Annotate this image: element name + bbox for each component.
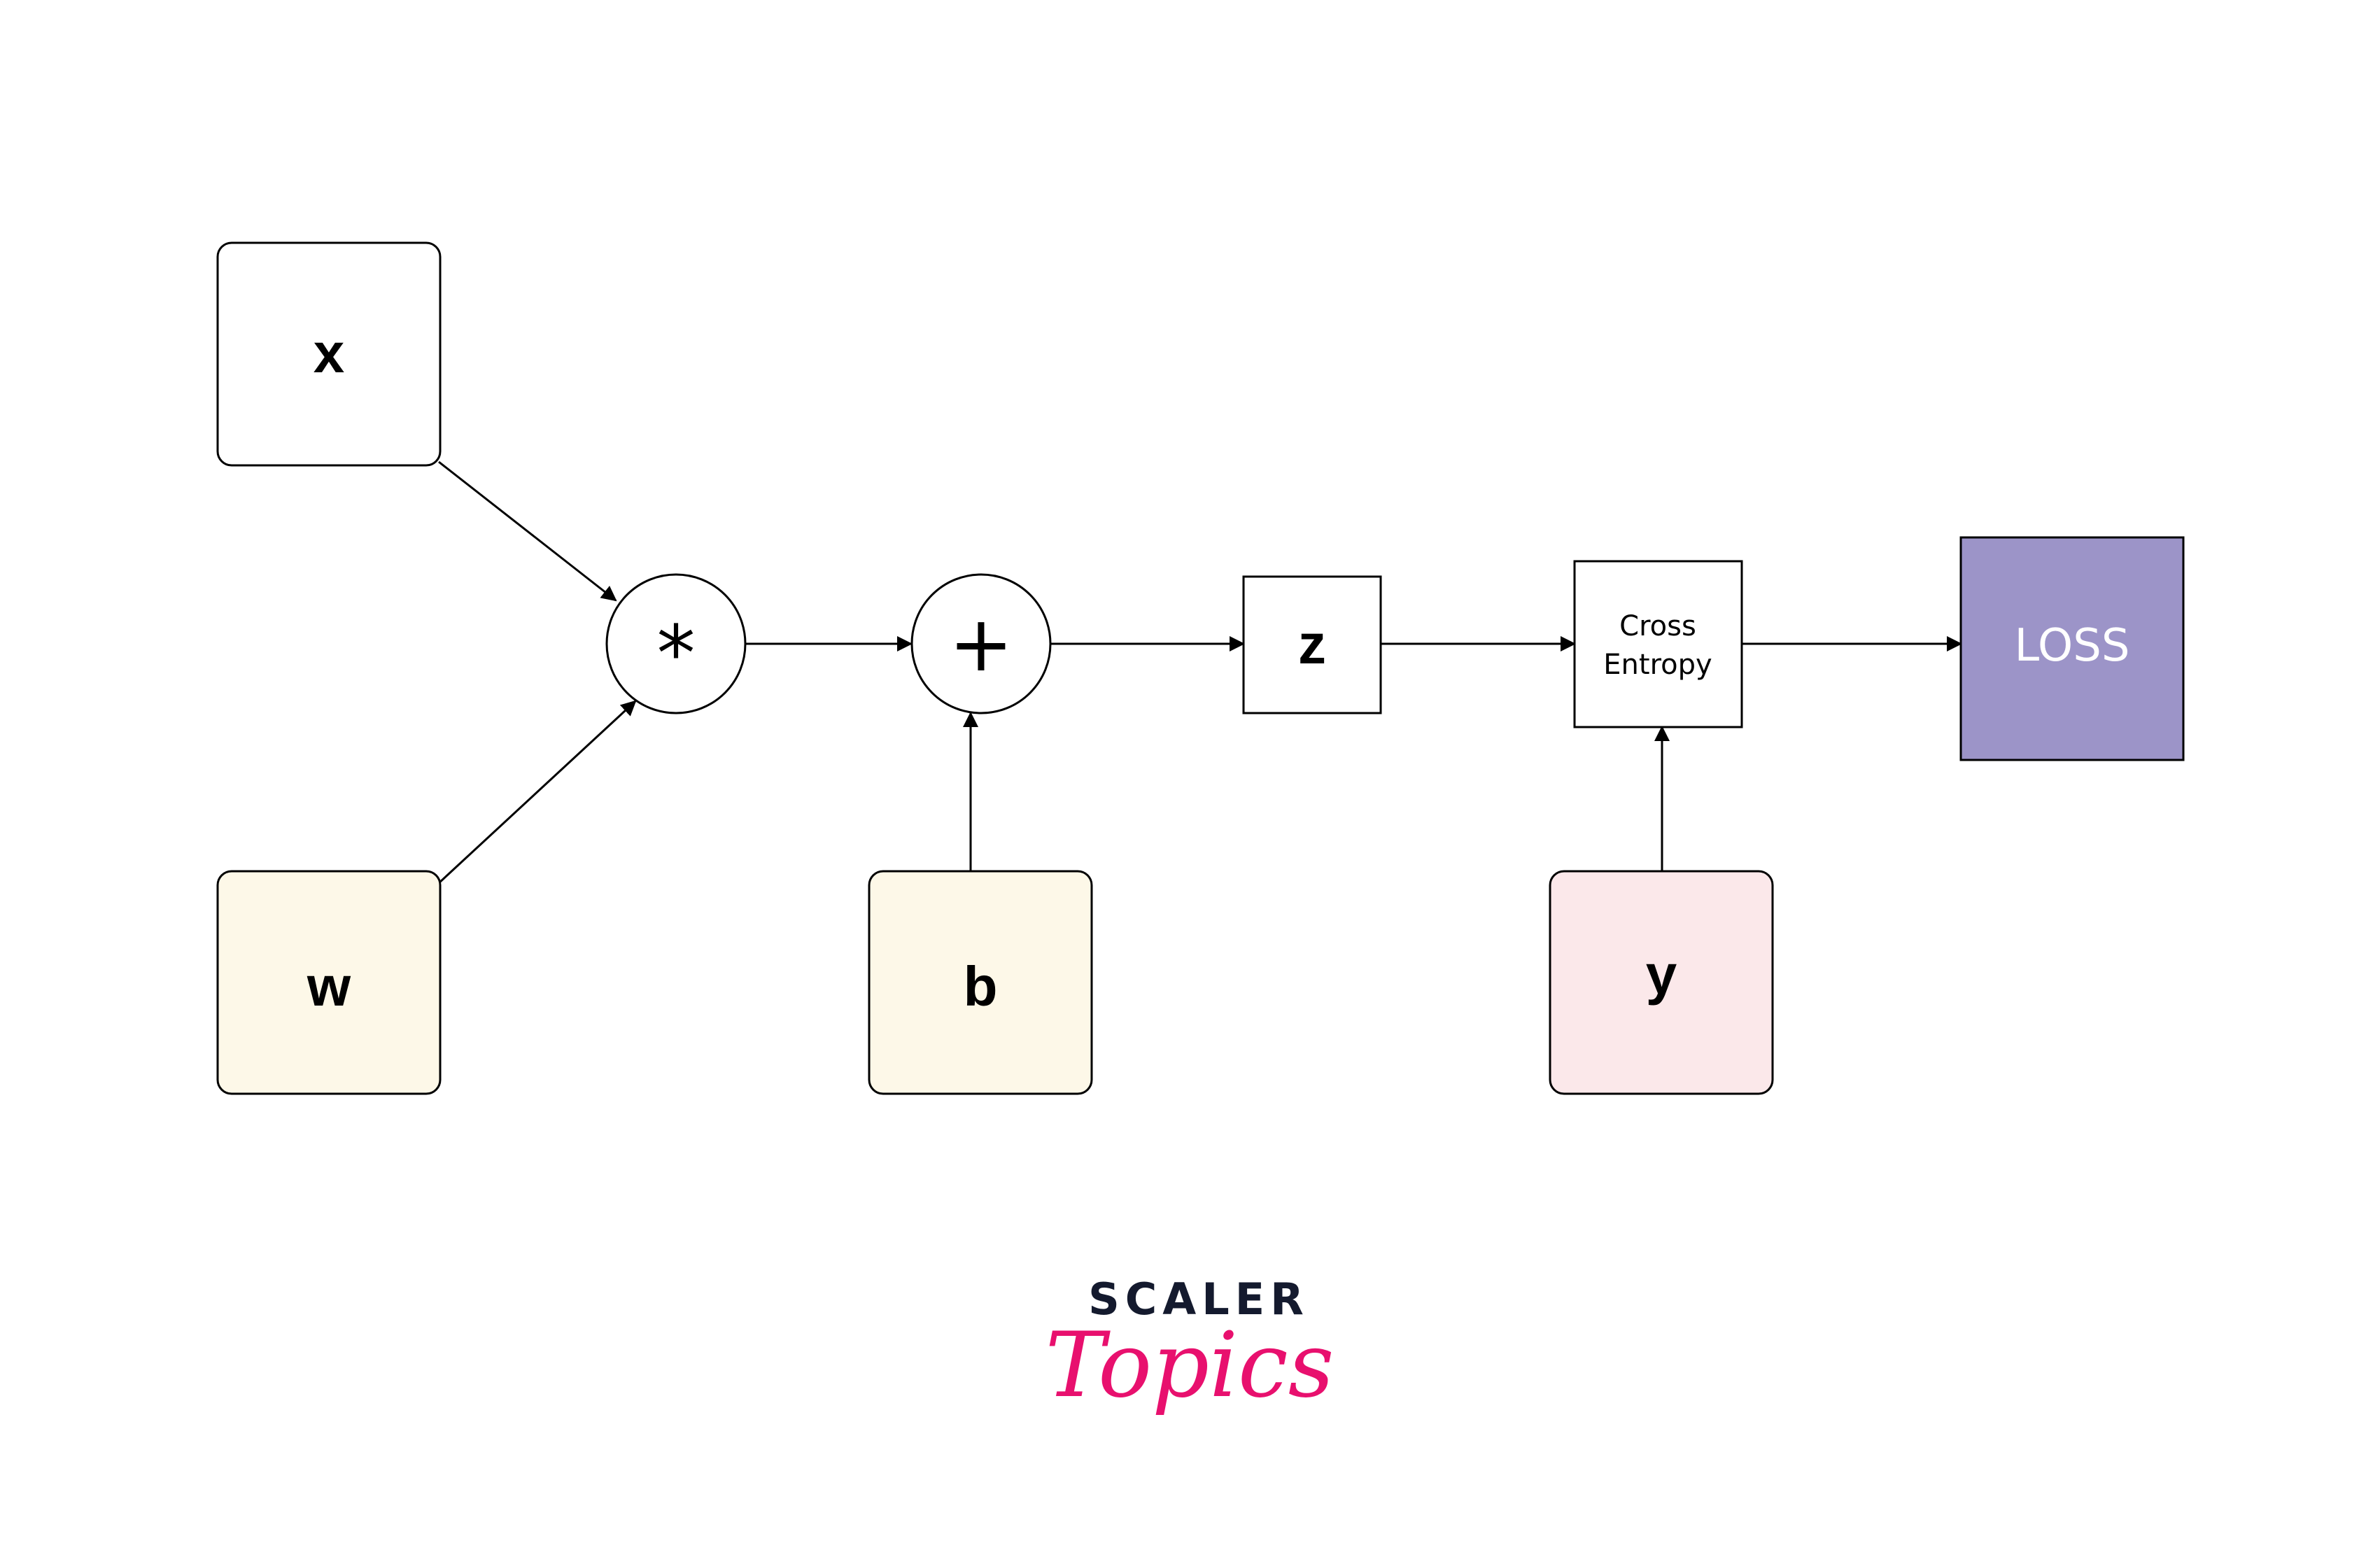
node-y-label: y (1646, 943, 1677, 1006)
node-loss: LOSS (1959, 536, 2185, 761)
node-w: w (216, 870, 442, 1095)
logo-topics-text: Topics (1045, 1313, 1335, 1418)
node-cross-entropy: Cross Entropy (1573, 560, 1743, 728)
node-w-label: w (307, 955, 351, 1017)
edge-w-to-mul (437, 700, 637, 885)
multiply-symbol: * (657, 609, 696, 698)
node-z: z (1242, 575, 1382, 714)
node-multiply: * (605, 573, 747, 714)
edge-x-to-mul (438, 460, 617, 602)
cross-entropy-box (1573, 560, 1743, 728)
add-symbol: + (949, 599, 1013, 689)
node-x-label: x (314, 322, 345, 384)
loss-label: LOSS (2015, 620, 2130, 672)
node-y: y (1549, 870, 1774, 1095)
cross-entropy-label-line1: Cross (1619, 610, 1696, 642)
cross-entropy-label-line2: Entropy (1603, 649, 1712, 681)
node-x: x (216, 241, 442, 467)
node-z-label: z (1298, 613, 1326, 675)
node-add: + (910, 573, 1052, 714)
scaler-topics-logo: SCALER Topics (1045, 1274, 1335, 1418)
node-b-label: b (964, 955, 998, 1017)
computation-graph: x w * + b z Cross Entropy y LOSS SCALER … (216, 241, 2185, 1418)
node-b: b (868, 870, 1093, 1095)
